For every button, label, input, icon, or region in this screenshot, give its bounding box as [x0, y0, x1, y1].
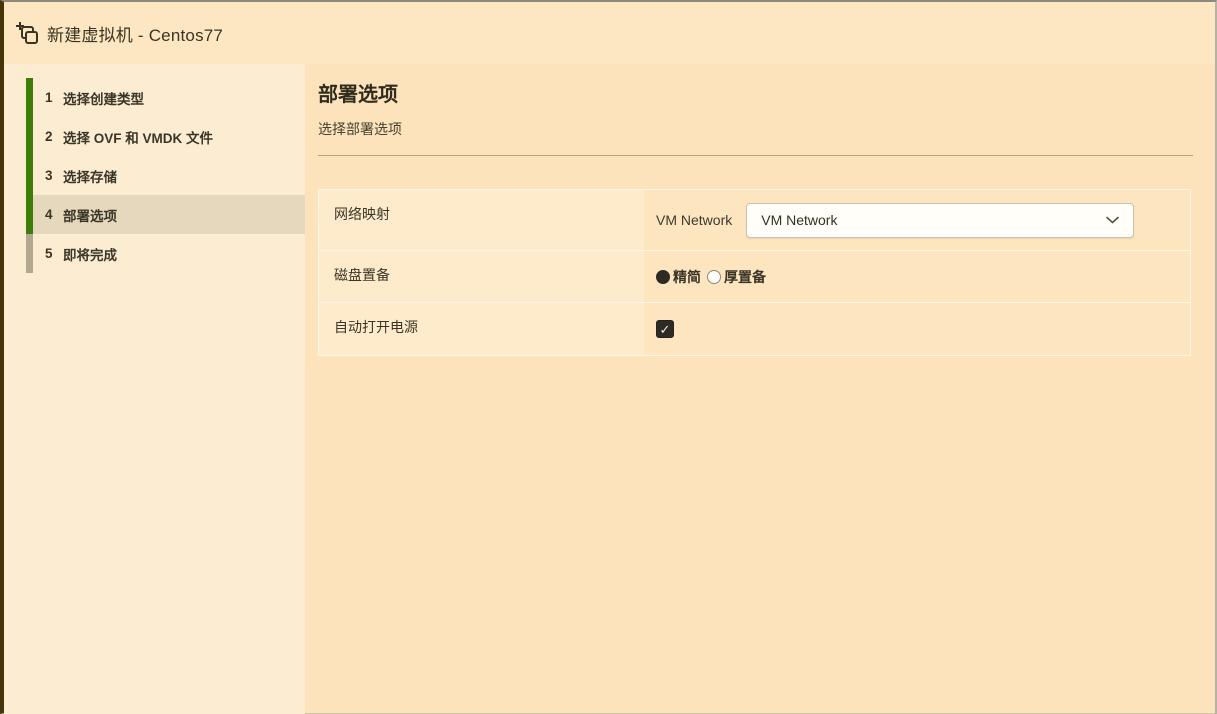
radio-circle-icon	[707, 270, 721, 284]
power-on-automatically-row: 自动打开电源 ✓	[319, 303, 1190, 355]
step-label: 部署选项	[63, 205, 117, 225]
network-mapping-label: 网络映射	[319, 190, 644, 250]
wizard-steps-sidebar: 1 选择创建类型 2 选择 OVF 和 VMDK 文件 3 选择存储 4 部署选…	[4, 64, 305, 714]
step-label: 选择 OVF 和 VMDK 文件	[63, 127, 213, 147]
disk-provisioning-row: 磁盘置备 精简 厚置备	[319, 251, 1190, 303]
power-on-label: 自动打开电源	[319, 303, 644, 355]
dialog-titlebar: 新建虚拟机 - Centos77	[4, 2, 1215, 64]
step-label: 选择存储	[63, 166, 117, 186]
step-label: 即将完成	[63, 244, 117, 264]
page-subtitle: 选择部署选项	[318, 119, 1215, 139]
wizard-step-select-creation-type[interactable]: 1 选择创建类型	[26, 78, 305, 117]
radio-thick-provisioned[interactable]: 厚置备	[707, 267, 766, 287]
power-on-checkbox[interactable]: ✓	[656, 320, 674, 338]
divider	[318, 155, 1193, 156]
network-mapping-row: 网络映射 VM Network VM Network	[319, 190, 1190, 251]
step-progress-bar	[26, 195, 33, 234]
disk-provisioning-label: 磁盘置备	[319, 251, 644, 302]
radio-thin-provisioned[interactable]: 精简	[656, 267, 701, 287]
wizard-step-select-ovf-vmdk[interactable]: 2 选择 OVF 和 VMDK 文件	[26, 117, 305, 156]
wizard-step-select-storage[interactable]: 3 选择存储	[26, 156, 305, 195]
chevron-down-icon	[1106, 216, 1119, 224]
dialog-title: 新建虚拟机 - Centos77	[47, 21, 223, 46]
network-select[interactable]: VM Network	[746, 203, 1134, 238]
deployment-options-table: 网络映射 VM Network VM Network 磁盘置备	[318, 189, 1191, 356]
radio-label: 精简	[673, 267, 701, 287]
step-number: 3	[45, 168, 59, 183]
step-progress-bar	[26, 78, 33, 117]
deployment-options-panel: 部署选项 选择部署选项 网络映射 VM Network VM Network 磁…	[305, 64, 1215, 714]
disk-provisioning-radio-group: 精简 厚置备	[656, 267, 772, 287]
step-label: 选择创建类型	[63, 88, 144, 108]
new-vm-icon	[13, 20, 39, 46]
radio-circle-icon	[656, 270, 670, 284]
wizard-step-deployment-options[interactable]: 4 部署选项	[26, 195, 305, 234]
step-number: 2	[45, 129, 59, 144]
step-progress-bar	[26, 234, 33, 273]
step-progress-bar	[26, 156, 33, 195]
network-select-value: VM Network	[761, 212, 837, 228]
source-network-name: VM Network	[656, 212, 732, 228]
step-number: 5	[45, 246, 59, 261]
step-number: 4	[45, 207, 59, 222]
step-number: 1	[45, 90, 59, 105]
checkmark-icon: ✓	[660, 323, 671, 336]
wizard-step-ready-to-complete[interactable]: 5 即将完成	[26, 234, 305, 273]
page-title: 部署选项	[318, 78, 1215, 107]
step-progress-bar	[26, 117, 33, 156]
radio-label: 厚置备	[724, 267, 766, 287]
